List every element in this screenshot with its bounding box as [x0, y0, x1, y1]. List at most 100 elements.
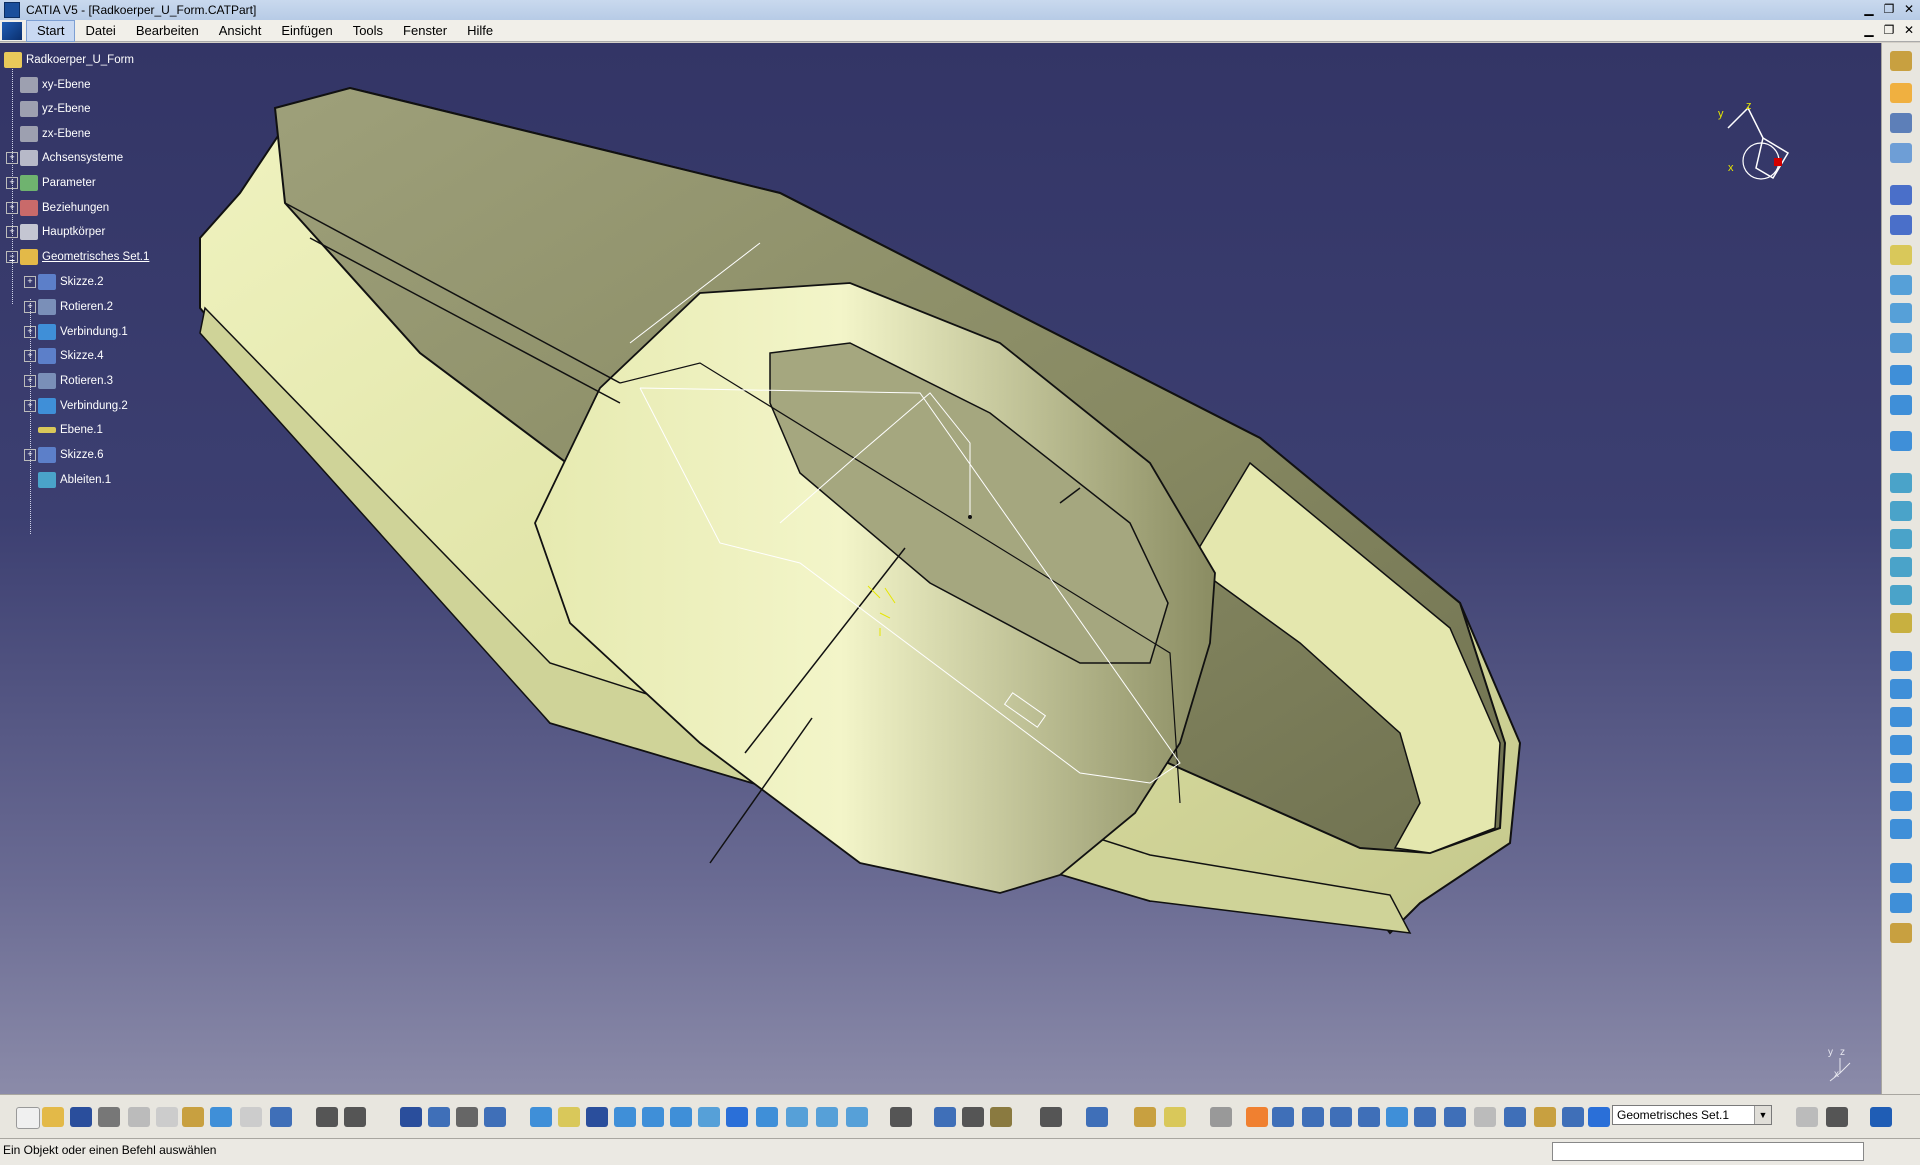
publish-icon[interactable] [1534, 1107, 1556, 1127]
rotate-icon[interactable] [1890, 863, 1912, 883]
loft-icon[interactable] [1890, 557, 1912, 577]
tree-item-verbindung-1[interactable]: + Verbindung.1 [24, 323, 128, 341]
tile-icon[interactable] [1796, 1107, 1818, 1127]
knowledge-icon[interactable] [428, 1107, 450, 1127]
sweep-icon[interactable] [1890, 501, 1912, 521]
menu-start[interactable]: Start [26, 19, 76, 42]
tools-icon[interactable] [1444, 1107, 1466, 1127]
list-icon[interactable] [1562, 1107, 1584, 1127]
zoom-in-icon[interactable] [642, 1107, 664, 1127]
current-set-select[interactable]: Geometrisches Set.1 ▼ [1612, 1105, 1772, 1125]
inertia-icon[interactable] [990, 1107, 1012, 1127]
tree-item-parameter[interactable]: + Parameter [6, 174, 96, 192]
tree-item-rotieren-3[interactable]: + Rotieren.3 [24, 372, 113, 390]
sphere-icon[interactable] [1890, 333, 1912, 353]
surface-tools-icon[interactable] [1474, 1107, 1496, 1127]
catia-menu-icon[interactable] [2, 21, 22, 40]
extrude-icon[interactable] [1890, 275, 1912, 295]
redo-icon[interactable] [240, 1107, 262, 1127]
formula-icon[interactable] [316, 1107, 338, 1127]
menu-hilfe[interactable]: Hilfe [457, 21, 503, 41]
grid-snap-icon[interactable] [1330, 1107, 1352, 1127]
minimize-button[interactable]: ▁ [1860, 1, 1878, 17]
menu-tools[interactable]: Tools [343, 21, 393, 41]
axis-icon[interactable] [1272, 1107, 1294, 1127]
view-plane-icon[interactable] [1358, 1107, 1380, 1127]
extract-icon[interactable] [1890, 819, 1912, 839]
expand-icon[interactable]: + [6, 152, 18, 164]
corner-icon[interactable] [1890, 431, 1912, 451]
dropdown-arrow-icon[interactable]: ▼ [1754, 1106, 1771, 1124]
join-icon[interactable] [1890, 651, 1912, 671]
measure-between-icon[interactable] [934, 1107, 956, 1127]
undo-icon[interactable] [210, 1107, 232, 1127]
expand-icon[interactable]: + [24, 301, 36, 313]
menu-bearbeiten[interactable]: Bearbeiten [126, 21, 209, 41]
new-icon[interactable] [16, 1107, 40, 1129]
menu-ansicht[interactable]: Ansicht [209, 21, 272, 41]
expand-icon[interactable]: + [24, 400, 36, 412]
hierarchy-icon[interactable] [1302, 1107, 1324, 1127]
measure-icon[interactable] [890, 1107, 912, 1127]
table-icon[interactable] [400, 1107, 422, 1127]
print-icon[interactable] [98, 1107, 120, 1127]
doc-close-button[interactable]: ✕ [1900, 22, 1918, 38]
trim-icon[interactable] [1890, 791, 1912, 811]
update-icon[interactable] [1210, 1107, 1232, 1127]
hide-show-icon[interactable] [816, 1107, 838, 1127]
part-model[interactable] [0, 43, 1882, 1094]
collapse-icon[interactable]: − [6, 251, 18, 263]
3d-viewport[interactable]: Radkoerper_U_Form xy-Ebene yz-Ebene zx-E… [0, 43, 1882, 1094]
doc-minimize-button[interactable]: ▁ [1860, 22, 1878, 38]
select-icon[interactable] [1890, 83, 1912, 103]
render-style-icon[interactable] [786, 1107, 808, 1127]
expand-icon[interactable]: + [24, 375, 36, 387]
tree-item-xy-ebene[interactable]: xy-Ebene [20, 76, 91, 94]
tree-icon[interactable] [1504, 1107, 1526, 1127]
circle-icon[interactable] [1890, 365, 1912, 385]
menu-fenster[interactable]: Fenster [393, 21, 457, 41]
fit-all-icon[interactable] [558, 1107, 580, 1127]
snap-icon[interactable] [1164, 1107, 1186, 1127]
copy-icon[interactable] [156, 1107, 178, 1127]
fly-icon[interactable] [530, 1107, 552, 1127]
pattern-icon[interactable] [1890, 893, 1912, 913]
frame-icon[interactable] [1414, 1107, 1436, 1127]
pan-icon[interactable] [586, 1107, 608, 1127]
close-button[interactable]: ✕ [1900, 1, 1918, 17]
window-icon[interactable] [1826, 1107, 1848, 1127]
menu-datei[interactable]: Datei [75, 21, 125, 41]
blend-icon[interactable] [1890, 585, 1912, 605]
tree-item-hauptkoerper[interactable]: + Hauptkörper [6, 223, 105, 241]
sketch-icon[interactable] [1890, 143, 1912, 163]
expand-icon[interactable]: + [24, 276, 36, 288]
geometric-set-icon[interactable] [1588, 1107, 1610, 1127]
lock-icon[interactable] [456, 1107, 478, 1127]
tree-item-verbindung-2[interactable]: + Verbindung.2 [24, 397, 128, 415]
tree-item-geometrisches-set[interactable]: − Geometrisches Set.1 [6, 248, 149, 266]
tree-item-achsensysteme[interactable]: + Achsensysteme [6, 149, 123, 167]
tree-item-skizze-6[interactable]: + Skizze.6 [24, 446, 103, 464]
line-icon[interactable] [1890, 215, 1912, 235]
heal-icon[interactable] [1890, 679, 1912, 699]
grid-icon[interactable] [1086, 1107, 1108, 1127]
expand-icon[interactable]: + [24, 326, 36, 338]
untrim-icon[interactable] [1890, 707, 1912, 727]
revolve-icon[interactable] [1890, 303, 1912, 323]
surface-icon[interactable] [1890, 613, 1912, 633]
spline-icon[interactable] [1890, 395, 1912, 415]
expand-icon[interactable]: + [24, 350, 36, 362]
settings-icon[interactable] [484, 1107, 506, 1127]
save-icon[interactable] [70, 1107, 92, 1127]
iso-view-icon[interactable] [756, 1107, 778, 1127]
expand-icon[interactable]: + [6, 177, 18, 189]
offset-icon[interactable] [1890, 473, 1912, 493]
maximize-button[interactable]: ❐ [1880, 1, 1898, 17]
tree-item-beziehungen[interactable]: + Beziehungen [6, 199, 109, 217]
tree-item-ableiten-1[interactable]: Ableiten.1 [38, 471, 111, 489]
command-input[interactable] [1552, 1142, 1864, 1161]
plane-icon[interactable] [1890, 245, 1912, 265]
work-on-support-icon[interactable] [1134, 1107, 1156, 1127]
doc-maximize-button[interactable]: ❐ [1880, 22, 1898, 38]
menu-einfuegen[interactable]: Einfügen [271, 21, 342, 41]
